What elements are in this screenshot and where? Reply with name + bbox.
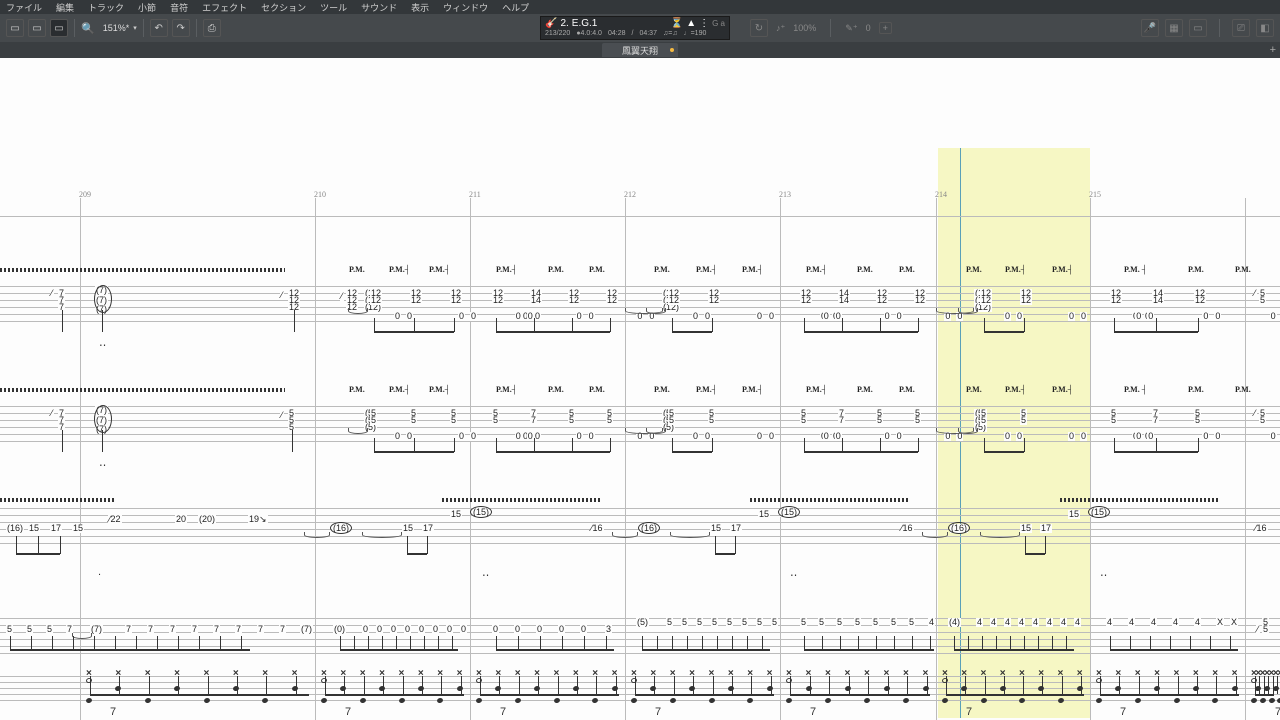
metronome-icon: ▲ bbox=[686, 18, 696, 29]
bar-number: 215 bbox=[1089, 190, 1101, 199]
rel-speed[interactable]: 0 bbox=[866, 23, 871, 33]
tuner-icon[interactable]: ✎⁺ bbox=[845, 23, 857, 34]
mixer-icon[interactable]: ⎚ bbox=[1232, 19, 1250, 37]
bar-position: 213/220 bbox=[545, 30, 570, 37]
bar-number: 214 bbox=[935, 190, 947, 199]
song-number: 2. bbox=[560, 18, 568, 29]
zoom-value[interactable]: 151%* bbox=[103, 23, 130, 33]
more-icon[interactable]: ⋮ bbox=[699, 18, 709, 29]
zoom-icon: 🔍 bbox=[81, 22, 95, 35]
tab-title: 鳳翼天翔 bbox=[622, 44, 658, 57]
layout-page-icon[interactable]: ▭ bbox=[6, 19, 24, 37]
key-label: G a bbox=[712, 19, 725, 28]
layout-horizontal-icon[interactable]: ▭ bbox=[50, 19, 68, 37]
bar-number: 210 bbox=[314, 190, 326, 199]
bar-number: 209 bbox=[79, 190, 91, 199]
document-tabs: 鳳翼天翔 + bbox=[0, 42, 1280, 58]
menu-help[interactable]: ヘルプ bbox=[502, 1, 529, 14]
redo-button[interactable]: ↷ bbox=[172, 19, 190, 37]
add-tab-button[interactable]: + bbox=[1270, 44, 1276, 56]
menu-sound[interactable]: サウンド bbox=[361, 1, 397, 14]
menu-track[interactable]: トラック bbox=[88, 1, 124, 14]
layout-screen-icon[interactable]: ▭ bbox=[28, 19, 46, 37]
bar-number: 212 bbox=[624, 190, 636, 199]
plus-button[interactable]: + bbox=[879, 22, 892, 34]
song-info-panel[interactable]: 🎸 2. E.G.1 ⏳ ▲ ⋮ G a 213/220 ●4.0:4.0 04… bbox=[540, 16, 730, 40]
menu-view[interactable]: 表示 bbox=[411, 1, 429, 14]
zoom-dropdown-icon[interactable]: ▾ bbox=[133, 24, 137, 32]
time-total: 04:37 bbox=[639, 30, 657, 37]
menu-file[interactable]: ファイル bbox=[6, 1, 42, 14]
loop-button[interactable]: ↻ bbox=[750, 19, 768, 37]
score-area[interactable]: 209210211212213214215 P.M.P.M.┤P.M.┤P.M.… bbox=[0, 58, 1280, 720]
undo-button[interactable]: ↶ bbox=[150, 19, 168, 37]
bar-number: 213 bbox=[779, 190, 791, 199]
tab-modified-dot bbox=[670, 48, 674, 52]
menu-note[interactable]: 音符 bbox=[170, 1, 188, 14]
beat-position: ●4.0:4.0 bbox=[576, 30, 602, 37]
print-button[interactable]: ⎙ bbox=[203, 19, 221, 37]
bar-number: 211 bbox=[469, 190, 481, 199]
loop-percent[interactable]: 100% bbox=[793, 23, 816, 33]
fretboard-icon[interactable]: ▦ bbox=[1165, 19, 1183, 37]
menu-tool[interactable]: ツール bbox=[320, 1, 347, 14]
mic-icon[interactable]: 🎤 bbox=[1141, 19, 1159, 37]
time-current: 04:28 bbox=[608, 30, 626, 37]
guitar-icon: 🎸 bbox=[545, 18, 557, 29]
menu-section[interactable]: セクション bbox=[261, 1, 306, 14]
settings-icon[interactable]: ◧ bbox=[1256, 19, 1274, 37]
menu-bar-m[interactable]: 小節 bbox=[138, 1, 156, 14]
tab-active[interactable]: 鳳翼天翔 bbox=[602, 43, 678, 57]
menu-bar: ファイル 編集 トラック 小節 音符 エフェクト セクション ツール サウンド … bbox=[0, 0, 1280, 14]
keyboard-icon[interactable]: ▭ bbox=[1189, 19, 1207, 37]
timer-icon: ⏳ bbox=[671, 18, 683, 29]
toolbar: ▭ ▭ ▭ 🔍 151%* ▾ ↶ ↷ ⎙ |◀ ◀◀ ▮▮ ▶▶ ▶| 🎸 2… bbox=[0, 14, 1280, 42]
speed-icon: ♪⁺ bbox=[776, 23, 785, 34]
tempo-value: 190 bbox=[695, 30, 707, 37]
menu-window[interactable]: ウィンドウ bbox=[443, 1, 488, 14]
menu-effect[interactable]: エフェクト bbox=[202, 1, 247, 14]
menu-edit[interactable]: 編集 bbox=[56, 1, 74, 14]
timesig-icon: ♫=♫ bbox=[663, 30, 678, 37]
song-name: E.G.1 bbox=[572, 18, 598, 29]
